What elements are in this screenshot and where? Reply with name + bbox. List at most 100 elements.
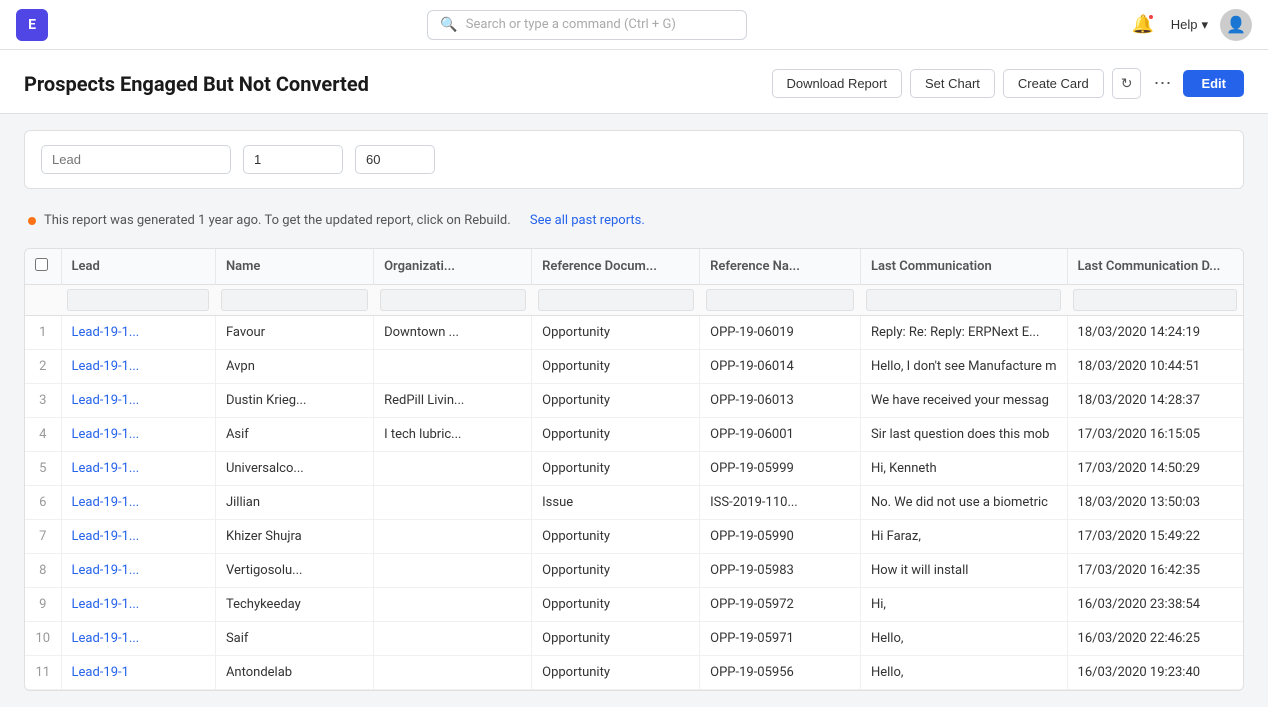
app-icon[interactable]: E (16, 9, 48, 41)
notice-bar: This report was generated 1 year ago. To… (24, 205, 1244, 236)
row-lead[interactable]: Lead-19-1... (61, 622, 215, 656)
search-placeholder: Search or type a command (Ctrl + G) (466, 17, 676, 32)
data-table: Lead Name Organizati... Reference Docum.… (24, 248, 1244, 691)
table-filter-row (25, 285, 1243, 316)
notice-text: This report was generated 1 year ago. To… (44, 213, 511, 228)
filter-input-3[interactable] (355, 145, 435, 174)
row-ref-name: OPP-19-05999 (700, 452, 861, 486)
refresh-button[interactable]: ↻ (1112, 68, 1142, 99)
row-ref-doc: Opportunity (532, 452, 700, 486)
row-lead[interactable]: Lead-19-1... (61, 384, 215, 418)
row-ref-doc: Opportunity (532, 554, 700, 588)
chevron-down-icon: ▾ (1201, 17, 1208, 33)
row-name: Saif (215, 622, 373, 656)
row-ref-doc: Opportunity (532, 350, 700, 384)
topnav-center: 🔍 Search or type a command (Ctrl + G) (48, 10, 1127, 40)
row-last-comm: Hi, Kenneth (860, 452, 1067, 486)
lead-filter-input[interactable] (41, 145, 231, 174)
notification-dot (1147, 13, 1155, 21)
row-lead[interactable]: Lead-19-1... (61, 452, 215, 486)
row-name: Vertigosolu... (215, 554, 373, 588)
col-filter-ref-doc[interactable] (538, 289, 694, 311)
table-row: 1 Lead-19-1... Favour Downtown ... Oppor… (25, 316, 1243, 350)
row-last-comm: Hello, (860, 622, 1067, 656)
row-ref-name: OPP-19-05983 (700, 554, 861, 588)
row-number: 8 (25, 554, 61, 588)
row-ref-name: OPP-19-06019 (700, 316, 861, 350)
table-row: 2 Lead-19-1... Avpn Opportunity OPP-19-0… (25, 350, 1243, 384)
filter-input-2[interactable] (243, 145, 343, 174)
notice-dot (28, 217, 36, 225)
help-button[interactable]: Help ▾ (1171, 17, 1208, 33)
row-lead[interactable]: Lead-19-1... (61, 486, 215, 520)
row-name: Khizer Shujra (215, 520, 373, 554)
row-lead[interactable]: Lead-19-1... (61, 350, 215, 384)
topnav: E 🔍 Search or type a command (Ctrl + G) … (0, 0, 1268, 50)
search-bar[interactable]: 🔍 Search or type a command (Ctrl + G) (427, 10, 747, 40)
row-lead[interactable]: Lead-19-1... (61, 316, 215, 350)
row-lead[interactable]: Lead-19-1... (61, 554, 215, 588)
row-name: Avpn (215, 350, 373, 384)
row-last-comm: No. We did not use a biometric (860, 486, 1067, 520)
row-last-comm-date: 17/03/2020 16:15:05 (1067, 418, 1243, 452)
row-org (374, 350, 532, 384)
avatar[interactable]: 👤 (1220, 9, 1252, 41)
row-lead[interactable]: Lead-19-1 (61, 656, 215, 690)
topnav-left: E (16, 9, 48, 41)
row-ref-name: OPP-19-05972 (700, 588, 861, 622)
row-org (374, 554, 532, 588)
row-org: RedPill Livin... (374, 384, 532, 418)
col-filter-last-comm-date[interactable] (1073, 289, 1237, 311)
row-last-comm: Sir last question does this mob (860, 418, 1067, 452)
row-ref-name: OPP-19-05971 (700, 622, 861, 656)
edit-button[interactable]: Edit (1183, 70, 1244, 97)
row-ref-name: OPP-19-06014 (700, 350, 861, 384)
row-org: I tech lubric... (374, 418, 532, 452)
row-lead[interactable]: Lead-19-1... (61, 588, 215, 622)
set-chart-button[interactable]: Set Chart (910, 69, 995, 98)
table-row: 4 Lead-19-1... Asif I tech lubric... Opp… (25, 418, 1243, 452)
download-report-button[interactable]: Download Report (772, 69, 902, 98)
row-ref-doc: Opportunity (532, 622, 700, 656)
select-all-checkbox[interactable] (35, 258, 48, 271)
row-number: 10 (25, 622, 61, 656)
col-filter-lead[interactable] (67, 289, 209, 311)
row-last-comm-date: 17/03/2020 16:42:35 (1067, 554, 1243, 588)
row-lead[interactable]: Lead-19-1... (61, 418, 215, 452)
row-last-comm-date: 16/03/2020 23:38:54 (1067, 588, 1243, 622)
notifications-button[interactable]: 🔔 (1127, 9, 1159, 41)
filters-bar (24, 130, 1244, 189)
row-name: Asif (215, 418, 373, 452)
row-last-comm-date: 16/03/2020 19:23:40 (1067, 656, 1243, 690)
col-filter-org[interactable] (380, 289, 526, 311)
row-last-comm: Hi, (860, 588, 1067, 622)
col-filter-name[interactable] (221, 289, 367, 311)
row-name: Favour (215, 316, 373, 350)
see-past-reports-link[interactable]: See all past reports. (530, 213, 645, 228)
table-row: 9 Lead-19-1... Techykeeday Opportunity O… (25, 588, 1243, 622)
col-org: Organizati... (374, 249, 532, 285)
row-org (374, 452, 532, 486)
row-lead[interactable]: Lead-19-1... (61, 520, 215, 554)
row-number: 2 (25, 350, 61, 384)
more-options-button[interactable]: ⋯ (1149, 71, 1175, 96)
col-filter-ref-name[interactable] (706, 289, 855, 311)
row-number: 5 (25, 452, 61, 486)
header-actions: Download Report Set Chart Create Card ↻ … (772, 68, 1244, 99)
col-filter-last-comm[interactable] (866, 289, 1061, 311)
col-ref-name: Reference Na... (700, 249, 861, 285)
col-last-comm-date: Last Communication D... (1067, 249, 1243, 285)
row-ref-name: OPP-19-06013 (700, 384, 861, 418)
row-last-comm: Hello, I don't see Manufacture m (860, 350, 1067, 384)
topnav-right: 🔔 Help ▾ 👤 (1127, 9, 1252, 41)
row-ref-name: OPP-19-05990 (700, 520, 861, 554)
create-card-button[interactable]: Create Card (1003, 69, 1104, 98)
col-ref-doc: Reference Docum... (532, 249, 700, 285)
row-number: 6 (25, 486, 61, 520)
table-row: 8 Lead-19-1... Vertigosolu... Opportunit… (25, 554, 1243, 588)
col-lead: Lead (61, 249, 215, 285)
row-last-comm: Reply: Re: Reply: ERPNext E... (860, 316, 1067, 350)
row-ref-name: OPP-19-05956 (700, 656, 861, 690)
col-checkbox (25, 249, 61, 285)
row-name: Techykeeday (215, 588, 373, 622)
